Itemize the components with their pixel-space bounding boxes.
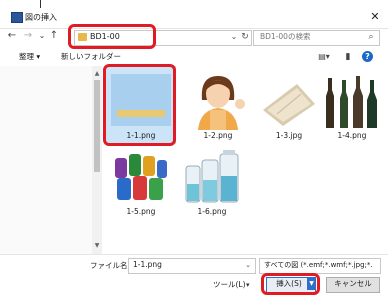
up-button[interactable]: ↑ [48, 30, 60, 42]
search-placeholder: BD1-00の検索 [260, 32, 311, 41]
recent-locations-button[interactable]: ⌄ [36, 30, 48, 42]
view-options-icon[interactable]: ▤▾ [317, 51, 331, 63]
highlight-selected-file [103, 64, 176, 146]
file-type-value: すべての図 (*.emf;*.wmf;*.jpg;*.jp [264, 261, 372, 269]
scroll-down-icon[interactable]: ▼ [93, 242, 101, 250]
thumbnail-1-4[interactable] [320, 70, 384, 130]
chevron-down-icon[interactable]: ▾ [246, 280, 250, 290]
preview-pane-icon[interactable]: ▮ [342, 51, 354, 63]
navigation-pane[interactable] [0, 66, 93, 254]
scroll-up-icon[interactable]: ▲ [93, 70, 101, 78]
file-name: 1-2.png [203, 131, 233, 140]
thumbnail-1-6[interactable] [180, 146, 244, 206]
title-bar [0, 8, 388, 29]
forward-button[interactable]: → [22, 30, 34, 42]
refresh-icon[interactable]: ↻ [240, 31, 250, 43]
chevron-down-icon[interactable]: ⌄ [243, 259, 253, 271]
file-name: 1-4.png [337, 131, 367, 140]
search-icon[interactable]: ⌕ [366, 31, 376, 43]
divider [0, 254, 388, 255]
help-icon[interactable]: ? [362, 51, 373, 62]
back-button[interactable]: ← [6, 30, 18, 42]
organize-button[interactable]: 整理 ▾ [19, 52, 40, 62]
thumbnail-1-2[interactable] [186, 70, 250, 130]
close-button[interactable]: ✕ [368, 10, 382, 24]
file-name: 1-6.png [197, 207, 227, 216]
tools-button[interactable]: ツール(L) [213, 280, 246, 290]
thumbnail-1-3[interactable] [257, 70, 321, 130]
highlight-address [68, 24, 156, 49]
cancel-label: キャンセル [334, 279, 372, 288]
scroll-thumb[interactable] [94, 80, 100, 172]
filename-value: 1-1.png [133, 260, 162, 269]
chevron-down-icon[interactable]: ⌄ [229, 31, 239, 43]
window-title: 図の挿入 [25, 13, 57, 22]
app-icon [11, 12, 23, 23]
highlight-insert [261, 273, 320, 295]
file-name: 1-3.jpg [275, 131, 303, 140]
new-folder-button[interactable]: 新しいフォルダー [61, 52, 121, 62]
file-name: 1-5.png [126, 207, 156, 216]
thumbnail-1-5[interactable] [109, 146, 173, 206]
